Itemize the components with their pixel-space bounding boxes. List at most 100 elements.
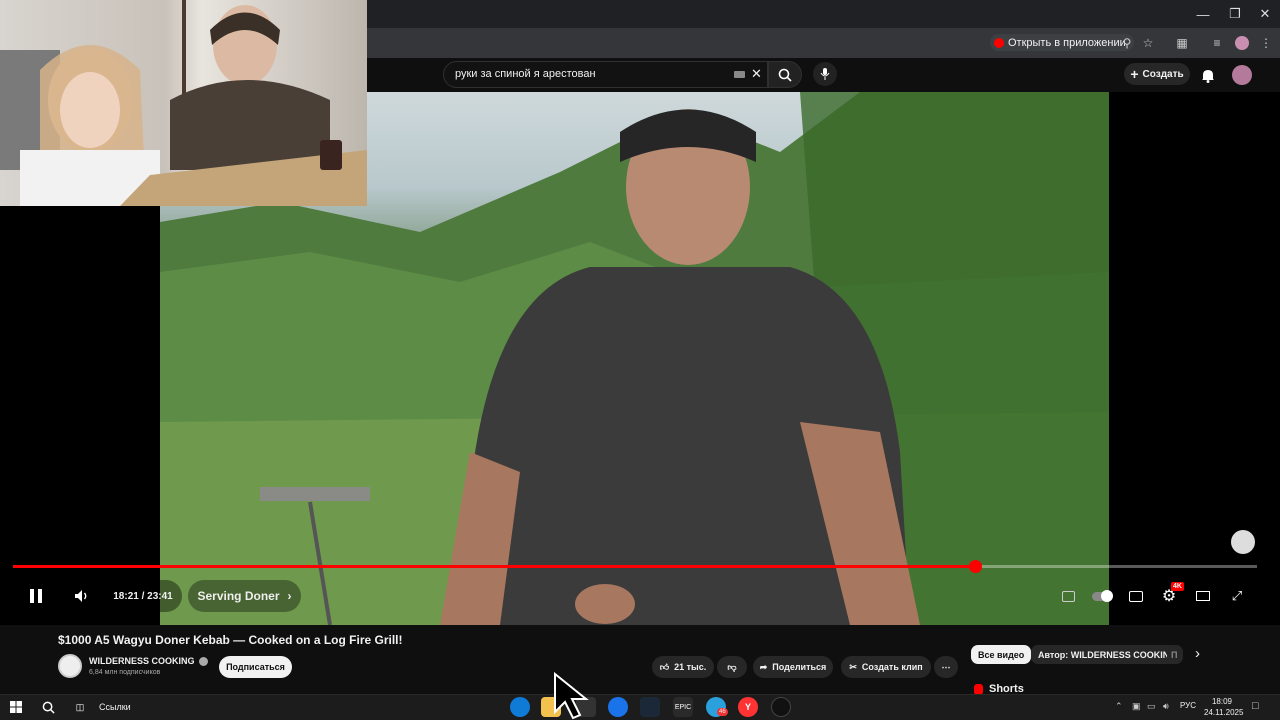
chip-by-author[interactable]: Автор: WILDERNESS COOKING — [1031, 645, 1184, 664]
like-button[interactable]: 👍︎ 21 тыс. — [652, 656, 714, 678]
minimize-button[interactable]: — — [1186, 0, 1220, 28]
shorts-icon — [974, 683, 983, 695]
tray-overflow-icon[interactable]: ⌃ — [1115, 701, 1123, 712]
webcam-overlay — [0, 0, 367, 206]
scissors-icon: ✂ — [849, 661, 857, 672]
more-actions-button[interactable]: ⋯ — [934, 656, 958, 678]
clip-button[interactable]: ✂ Создать клип — [841, 656, 931, 678]
subtitles-icon — [1129, 590, 1143, 602]
search-icon — [778, 68, 792, 82]
chevron-right-icon: › — [287, 589, 292, 603]
theater-icon — [1196, 591, 1210, 601]
account-avatar[interactable] — [1232, 65, 1252, 85]
autoplay-toggle[interactable] — [1090, 584, 1114, 608]
time-text: 18:21 / 23:41 — [113, 590, 173, 602]
language-indicator[interactable]: РУС — [1180, 701, 1196, 710]
bookmark-star-icon[interactable]: ☆ — [1139, 34, 1157, 52]
extensions-icon[interactable]: ▦ — [1173, 34, 1191, 52]
search-icon — [42, 701, 55, 714]
create-button[interactable]: + Создать — [1124, 63, 1190, 85]
messenger-icon[interactable] — [608, 697, 628, 717]
subscriber-count: 6,84 млн подписчиков — [89, 669, 161, 676]
search-query: руки за спиной я арестован — [455, 68, 596, 80]
media-control-icon[interactable]: ≡ — [1208, 34, 1226, 52]
clip-label: Создать клип — [861, 662, 923, 672]
volume-button[interactable] — [70, 584, 94, 608]
progress-fill — [13, 565, 975, 568]
tray-app-icon[interactable]: ▣ — [1132, 701, 1141, 712]
zoom-icon[interactable]: ⚲ — [1118, 34, 1136, 52]
open-in-app-label: Открыть в приложении — [1008, 36, 1126, 49]
ai-icon — [1061, 590, 1075, 602]
bell-icon — [1202, 69, 1214, 83]
voice-search-button[interactable] — [813, 62, 837, 86]
yandex-browser-icon[interactable]: Y — [738, 697, 758, 717]
keyboard-icon[interactable] — [734, 71, 745, 78]
verified-icon — [198, 656, 208, 666]
close-button[interactable]: ✕ — [1248, 0, 1280, 28]
webcam-scene — [0, 0, 367, 206]
restore-button[interactable]: ❐ — [1218, 0, 1252, 28]
theater-mode-button[interactable] — [1191, 584, 1215, 608]
youtube-icon — [994, 37, 1004, 48]
microphone-icon — [820, 68, 830, 80]
autoplay-icon — [1092, 589, 1113, 602]
task-view-icon: ◫ — [75, 701, 85, 712]
chip-all-videos[interactable]: Все видео — [971, 645, 1032, 664]
channel-name-row[interactable]: WILDERNESS COOKING — [89, 656, 208, 666]
clear-search-icon[interactable]: ✕ — [751, 66, 762, 82]
links-toolbar[interactable]: Ссылки — [99, 702, 131, 712]
notifications-button[interactable] — [1199, 66, 1217, 84]
chips-next-icon[interactable]: › — [1188, 645, 1207, 664]
start-button[interactable] — [6, 697, 26, 717]
speaker-icon[interactable]: 🔊︎ — [1163, 701, 1169, 712]
share-button[interactable]: ➦ Поделиться — [753, 656, 833, 678]
channel-avatar[interactable] — [58, 654, 82, 678]
telegram-badge: 46 — [717, 708, 728, 716]
channel-name[interactable]: WILDERNESS COOKING — [89, 656, 195, 666]
profile-avatar[interactable] — [1233, 34, 1251, 52]
open-in-app-button[interactable]: Открыть в приложении — [990, 34, 1134, 51]
plus-icon: + — [1130, 66, 1139, 82]
notification-center-icon[interactable]: □ — [1252, 700, 1259, 712]
share-label: Поделиться — [772, 662, 827, 672]
subtitles-button[interactable] — [1124, 584, 1148, 608]
time-display: 18:21 / 23:41 — [104, 580, 182, 612]
chapter-button[interactable]: Serving Doner › — [188, 580, 301, 612]
fullscreen-icon: ⤢ — [1231, 588, 1243, 603]
chip-more[interactable]: П — [1167, 645, 1182, 664]
edge-icon[interactable] — [510, 697, 530, 717]
taskbar-search-button[interactable] — [38, 697, 58, 717]
clock-time: 18:09 — [1211, 697, 1233, 706]
network-icon[interactable]: ▭ — [1147, 701, 1156, 712]
clock-date: 24.11.2025 — [1204, 708, 1244, 717]
video-title: $1000 A5 Wagyu Doner Kebab — Cooked on a… — [58, 633, 403, 647]
thumb-down-icon: 👎︎ — [727, 661, 737, 672]
progress-scrubber[interactable] — [968, 560, 982, 573]
chapter-label: Serving Doner — [197, 589, 280, 603]
epic-games-icon[interactable]: EPIC — [673, 697, 693, 717]
windows-icon — [10, 701, 22, 713]
dislike-button[interactable]: 👎︎ — [717, 656, 747, 678]
chrome-menu-icon[interactable]: ⋮ — [1257, 34, 1275, 52]
quality-badge: 4K — [1171, 582, 1184, 591]
channel-watermark[interactable] — [1231, 530, 1255, 554]
subscribe-button[interactable]: Подписаться — [219, 656, 292, 678]
task-view-button[interactable]: ◫ — [70, 697, 90, 717]
create-label: Создать — [1142, 68, 1184, 80]
mouse-cursor-icon — [554, 672, 589, 720]
steam-icon[interactable] — [640, 697, 660, 717]
share-icon: ➦ — [759, 661, 768, 672]
likes-count: 21 тыс. — [674, 662, 707, 672]
search-input[interactable]: руки за спиной я арестован ✕ — [443, 61, 768, 88]
search-button[interactable] — [768, 61, 802, 88]
more-icon: ⋯ — [941, 661, 951, 672]
fullscreen-button[interactable]: ⤢ — [1225, 584, 1249, 608]
ai-button[interactable] — [1056, 584, 1080, 608]
thumb-up-icon: 👍︎ — [659, 661, 670, 672]
pause-button[interactable] — [24, 584, 48, 608]
clock[interactable]: 18:09 24.11.2025 — [1204, 696, 1244, 718]
obs-icon[interactable] — [771, 697, 791, 717]
volume-icon — [75, 590, 87, 602]
pause-icon — [30, 589, 42, 603]
